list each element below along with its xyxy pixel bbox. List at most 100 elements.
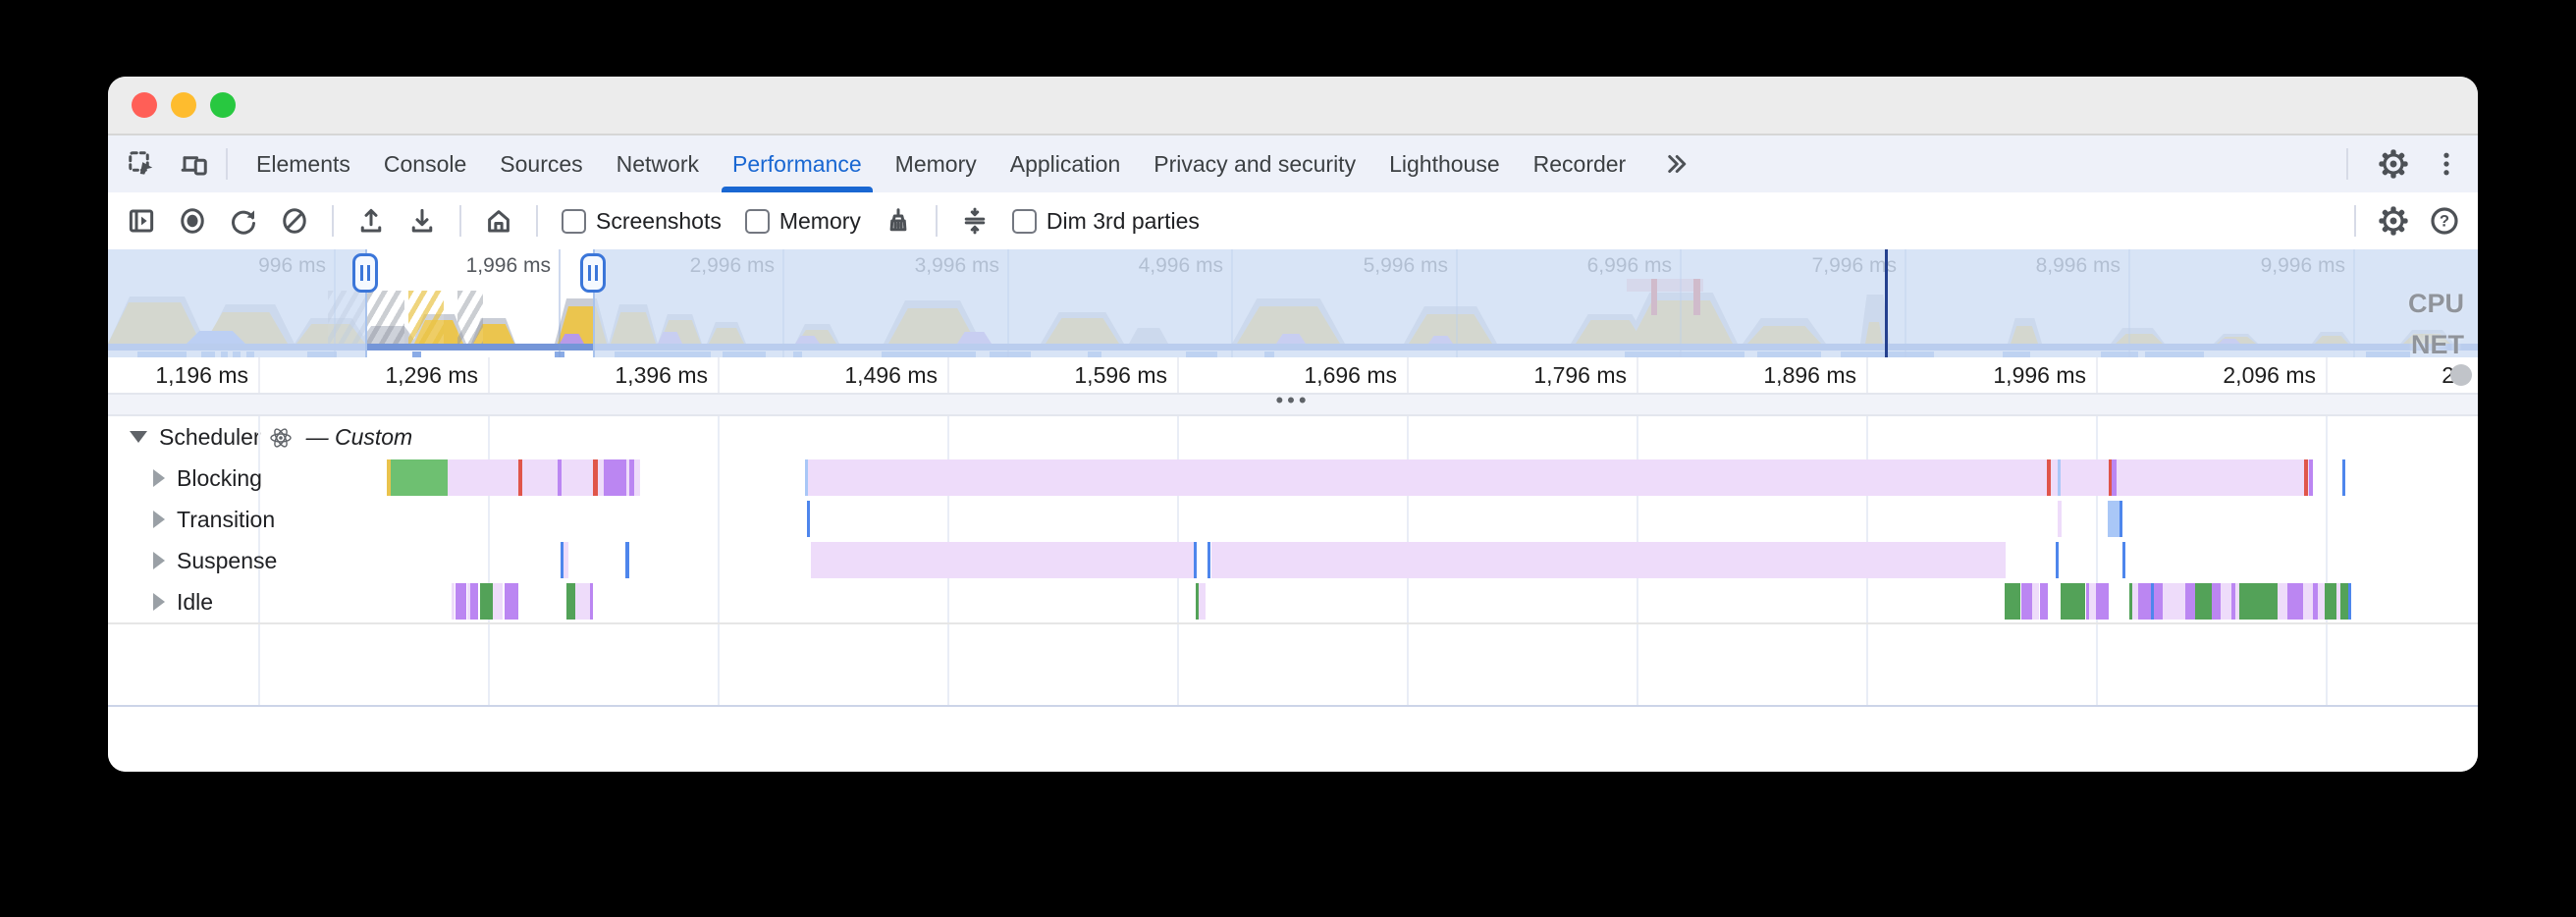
trace-event-purple[interactable] — [2138, 583, 2151, 620]
trace-event-red[interactable] — [2047, 459, 2051, 496]
trace-event-purple[interactable] — [2185, 583, 2195, 620]
dim-3rd-parties-checkbox[interactable]: Dim 3rd parties — [1012, 208, 1200, 235]
expand-triangle-icon[interactable] — [153, 469, 165, 487]
memory-checkbox[interactable]: Memory — [745, 208, 861, 235]
trace-event-lavender[interactable] — [2089, 583, 2096, 620]
trace-event-lavender[interactable] — [636, 459, 640, 496]
trace-event-green2[interactable] — [2340, 583, 2348, 620]
tab-lighthouse[interactable]: Lighthouse — [1372, 135, 1517, 192]
tab-performance[interactable]: Performance — [716, 135, 879, 192]
capture-settings-gear-icon[interactable] — [2374, 201, 2413, 241]
download-profile-icon[interactable] — [402, 201, 442, 241]
trace-event-lavender[interactable] — [2032, 583, 2039, 620]
trace-event-blue[interactable] — [807, 501, 810, 537]
trace-event-lavender[interactable] — [493, 583, 503, 620]
trace-event-purple[interactable] — [604, 459, 626, 496]
selection-handle-right[interactable] — [580, 253, 606, 293]
trace-event-lavender[interactable] — [564, 542, 568, 578]
trace-event-purple[interactable] — [2309, 459, 2313, 496]
flame-chart-tracks[interactable]: Scheduler — Custom Blocking Transition Sus… — [108, 416, 2478, 705]
expand-triangle-icon[interactable] — [153, 552, 165, 569]
trace-event-lightblue[interactable] — [2058, 459, 2061, 496]
trace-event-lavender[interactable] — [452, 583, 455, 620]
trace-event-purple[interactable] — [2096, 583, 2109, 620]
tab-sources[interactable]: Sources — [483, 135, 599, 192]
trace-event-purple[interactable] — [2112, 459, 2117, 496]
scrollbar-thumb[interactable] — [2450, 364, 2472, 386]
trace-event-lavender[interactable] — [808, 459, 2313, 496]
trace-event-purple[interactable] — [2021, 583, 2032, 620]
trace-event-green2[interactable] — [566, 583, 575, 620]
trace-event-lavender[interactable] — [2303, 583, 2313, 620]
trace-event-purple[interactable] — [2287, 583, 2303, 620]
checkbox-box[interactable] — [745, 209, 770, 234]
reload-and-record-icon[interactable] — [224, 201, 263, 241]
device-toolbar-icon[interactable] — [175, 144, 214, 184]
trace-event-lavender[interactable] — [2163, 583, 2185, 620]
timeline-overview-minimap[interactable]: CPU NET 996 ms1,996 ms2,996 ms3,996 ms4,… — [108, 249, 2478, 357]
panel-resize-grip[interactable]: ••• — [108, 393, 2478, 416]
track-row-idle[interactable]: Idle — [108, 581, 213, 622]
trace-event-blue[interactable] — [1208, 542, 1210, 578]
checkbox-box[interactable] — [562, 209, 586, 234]
trace-event-lightblue[interactable] — [2108, 501, 2120, 537]
trace-event-red[interactable] — [593, 459, 598, 496]
trace-event-lavender[interactable] — [1199, 583, 1206, 620]
trace-event-blue[interactable] — [2120, 501, 2122, 537]
trace-event-green2[interactable] — [2005, 583, 2020, 620]
trace-event-green2[interactable] — [2325, 583, 2336, 620]
trace-event-purple[interactable] — [2154, 583, 2163, 620]
trace-event-purple[interactable] — [2040, 583, 2048, 620]
trace-event-purple[interactable] — [470, 583, 478, 620]
trace-event-lavender[interactable] — [575, 583, 590, 620]
clear-icon[interactable] — [275, 201, 314, 241]
compress-tracks-icon[interactable] — [955, 201, 994, 241]
trace-event-blue[interactable] — [1194, 542, 1197, 578]
track-row-blocking[interactable]: Blocking — [108, 458, 262, 499]
trace-event-lavender[interactable] — [2318, 583, 2325, 620]
trace-event-green2[interactable] — [2195, 583, 2212, 620]
kebab-menu-icon[interactable] — [2427, 144, 2466, 184]
selection-handle-left[interactable] — [352, 253, 378, 293]
live-metrics-home-icon[interactable] — [479, 201, 518, 241]
trace-event-purple[interactable] — [2212, 583, 2221, 620]
zoom-button[interactable] — [210, 92, 236, 118]
trace-event-lavender[interactable] — [811, 542, 1194, 578]
record-icon[interactable] — [173, 201, 212, 241]
tab-memory[interactable]: Memory — [879, 135, 993, 192]
trace-event-lavender[interactable] — [2278, 583, 2287, 620]
trace-event-lavender[interactable] — [2221, 583, 2231, 620]
trace-event-green2[interactable] — [2239, 583, 2278, 620]
track-row-suspense[interactable]: Suspense — [108, 540, 277, 581]
toggle-sidebar-icon[interactable] — [122, 201, 161, 241]
window-titlebar[interactable] — [108, 77, 2478, 135]
trace-event-blue[interactable] — [625, 542, 629, 578]
trace-event-red[interactable] — [2304, 459, 2308, 496]
trace-event-lavender[interactable] — [1211, 542, 2006, 578]
expand-triangle-icon[interactable] — [153, 511, 165, 528]
track-header-scheduler[interactable]: Scheduler — Custom — [108, 416, 412, 458]
checkbox-box[interactable] — [1012, 209, 1037, 234]
close-button[interactable] — [132, 92, 157, 118]
trace-event-red[interactable] — [518, 459, 522, 496]
upload-profile-icon[interactable] — [351, 201, 391, 241]
trace-event-purple[interactable] — [629, 459, 634, 496]
track-row-transition[interactable]: Transition — [108, 499, 275, 540]
tab-recorder[interactable]: Recorder — [1517, 135, 1643, 192]
tab-console[interactable]: Console — [367, 135, 483, 192]
trace-event-lavender[interactable] — [2058, 501, 2062, 537]
trace-event-green2[interactable] — [2061, 583, 2085, 620]
row-label[interactable]: Transition — [177, 507, 275, 533]
timeline-ruler[interactable]: 1,196 ms1,296 ms1,396 ms1,496 ms1,596 ms… — [108, 357, 2478, 393]
row-label[interactable]: Idle — [177, 589, 213, 616]
inspect-icon[interactable] — [122, 144, 161, 184]
minimize-button[interactable] — [171, 92, 196, 118]
trace-event-blue[interactable] — [2056, 542, 2059, 578]
more-tabs-icon[interactable] — [1656, 144, 1695, 184]
row-label[interactable]: Suspense — [177, 548, 277, 574]
screenshots-checkbox[interactable]: Screenshots — [562, 208, 722, 235]
trace-event-purple[interactable] — [456, 583, 466, 620]
tab-application[interactable]: Application — [993, 135, 1138, 192]
tab-network[interactable]: Network — [600, 135, 716, 192]
trace-event-blue[interactable] — [2122, 542, 2125, 578]
